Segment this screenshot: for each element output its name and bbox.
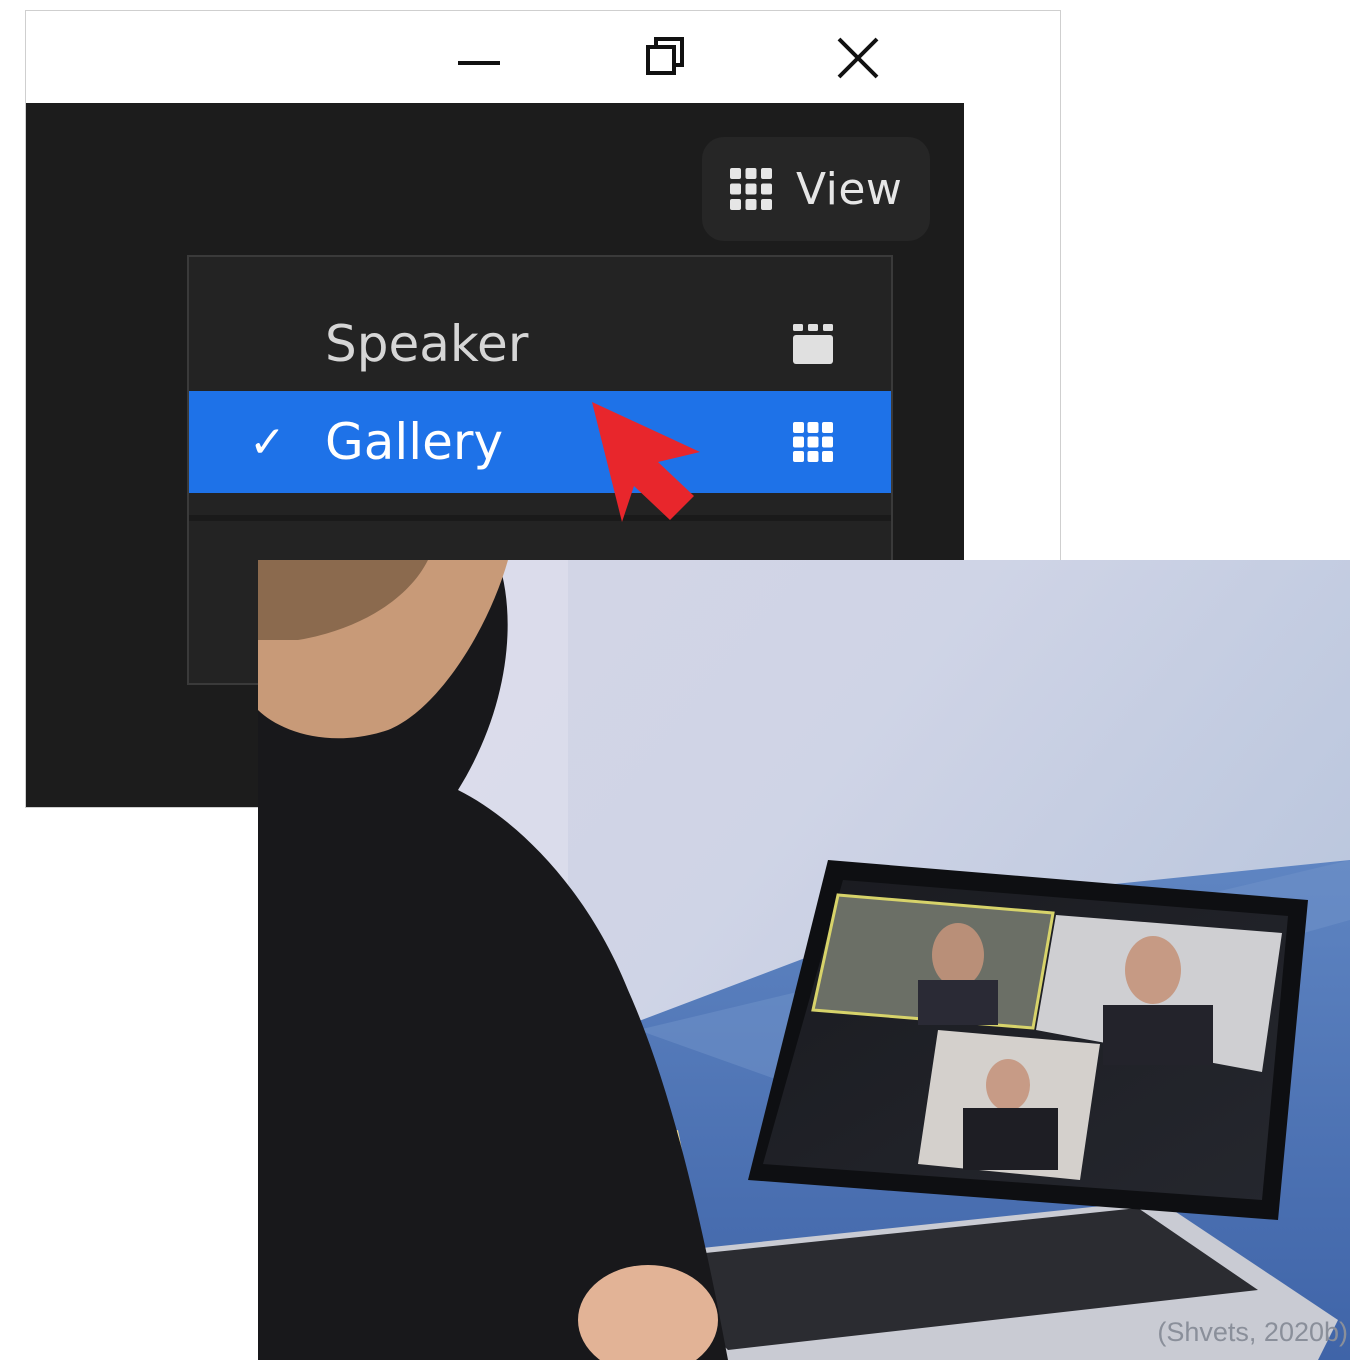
check-icon: ✓ <box>249 416 286 468</box>
title-bar <box>26 11 1060 103</box>
gallery-grid-icon <box>793 422 833 462</box>
menu-item-speaker[interactable]: Speaker <box>189 293 891 395</box>
photo-credit: (Shvets, 2020b) <box>1157 1317 1348 1347</box>
minimize-icon[interactable] <box>444 23 514 93</box>
view-button[interactable]: View <box>702 137 930 241</box>
video-call-photo: (Shvets, 2020b) <box>258 560 1350 1360</box>
speaker-view-icon <box>793 324 833 364</box>
photo-illustration <box>258 560 1350 1360</box>
menu-item-gallery[interactable]: ✓ Gallery <box>189 391 891 493</box>
restore-icon[interactable] <box>632 23 702 93</box>
menu-divider <box>189 515 891 521</box>
close-icon[interactable] <box>823 23 893 93</box>
view-button-label: View <box>796 163 903 215</box>
menu-item-label: Gallery <box>325 413 504 471</box>
grid-icon <box>730 168 772 210</box>
red-arrow-pointer-icon <box>592 402 700 522</box>
menu-item-label: Speaker <box>325 315 529 373</box>
